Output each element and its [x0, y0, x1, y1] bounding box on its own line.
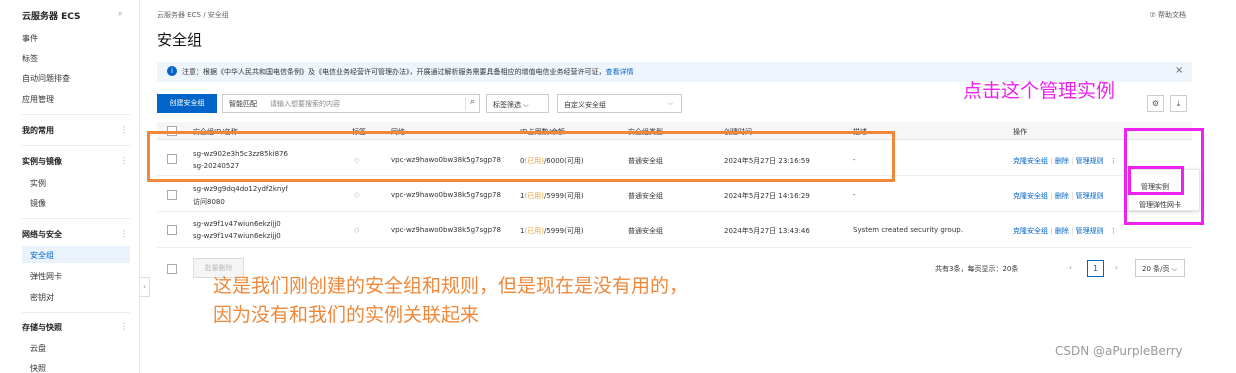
download-icon[interactable]: ⤓ [1170, 95, 1187, 112]
info-icon: i [167, 66, 177, 76]
sidebar: 云服务器 ECS ⌕ 事件 标签 自动问题排查 应用管理 我的常用 ⋮ 实例与镜… [0, 0, 140, 373]
group-more-icon[interactable]: ⋮ [120, 322, 128, 331]
sidebar-item-disk[interactable]: 云盘 [30, 343, 46, 354]
search-placeholder: 请输入想要搜索的内容 [270, 100, 340, 108]
clone-button[interactable]: 克隆安全组 [1013, 157, 1048, 165]
vpc-link[interactable]: vpc-wz9hawo0bw38k5g7sgp78 [391, 191, 501, 199]
sidebar-title: 云服务器 ECS [22, 12, 81, 22]
sidebar-item-keypair[interactable]: 密钥对 [30, 292, 54, 303]
sidebar-group-favorites[interactable]: 我的常用 [22, 125, 54, 136]
page-number[interactable]: 1 [1087, 260, 1104, 277]
chevron-down-icon: ⌵ [667, 99, 673, 107]
prev-page-icon[interactable]: ‹ [1062, 260, 1079, 277]
manage-rules-button[interactable]: 管理规则 [1076, 157, 1104, 165]
description: System created security group. [853, 226, 963, 234]
chevron-down-icon: ⌵ [523, 101, 529, 109]
close-icon[interactable]: × [1175, 65, 1183, 76]
security-group-name: sg-wz9f1v47wiun6ekzijj0 [193, 232, 281, 240]
sidebar-item-security-group[interactable]: 安全组 [30, 250, 54, 261]
col-header-actions: 操作 [1013, 128, 1027, 136]
footer-select-all-checkbox[interactable] [167, 264, 177, 274]
next-page-icon[interactable]: › [1108, 260, 1125, 277]
security-group-id-link[interactable]: sg-wz9g9dq4do12ydf2knyf [193, 185, 288, 193]
row-checkbox[interactable] [167, 190, 177, 200]
sidebar-item-troubleshoot[interactable]: 自动问题排查 [22, 73, 70, 84]
row-actions: 克隆安全组 | 删除 | 管理规则 [1013, 192, 1104, 200]
sidebar-item-events[interactable]: 事件 [22, 33, 38, 44]
search-input[interactable] [222, 94, 480, 113]
breadcrumb[interactable]: 云服务器 ECS / 安全组 [157, 10, 229, 20]
sidebar-group-network[interactable]: 网络与安全 [22, 229, 62, 240]
watermark: CSDN @aPurpleBerry [1055, 344, 1183, 358]
manage-rules-button[interactable]: 管理规则 [1076, 192, 1104, 200]
group-more-icon[interactable]: ⋮ [120, 156, 128, 165]
annotation-note-line2: 因为没有和我们的实例关联起来 [213, 304, 480, 326]
notice-text: 注意：根据《中华人民共和国电信条例》及《电信业务经营许可管理办法》，开展通过解析… [182, 68, 634, 76]
more-icon[interactable]: ⋮ [1110, 227, 1117, 235]
row-actions: 克隆安全组 | 删除 | 管理规则 ⋮ [1013, 157, 1117, 165]
ip-usage: 1(已用)/5999(可用) [520, 227, 584, 235]
more-icon[interactable]: ⋮ [1110, 157, 1117, 165]
sidebar-group-instances[interactable]: 实例与镜像 [22, 156, 62, 167]
sidebar-item-snapshot[interactable]: 快照 [30, 363, 46, 373]
create-security-group-button[interactable]: 创建安全组 [157, 94, 217, 113]
divider [22, 312, 130, 313]
pagination-summary: 共有3条，每页显示：20条 [935, 265, 1019, 273]
divider [22, 114, 130, 115]
annotation-note-line1: 这是我们刚创建的安全组和规则，但是现在是没有用的， [213, 275, 689, 297]
tag-icon[interactable]: ◇ [354, 191, 359, 199]
annotation-highlight-menu-item [1128, 166, 1184, 195]
search-icon[interactable]: ⌕ [465, 97, 475, 110]
divider [22, 145, 130, 146]
clone-button[interactable]: 克隆安全组 [1013, 227, 1048, 235]
help-doc-link[interactable]: ⑦ 帮助文档 [1149, 10, 1186, 20]
vpc-link[interactable]: vpc-wz9hawo0bw38k5g7sgp78 [391, 226, 501, 234]
description: - [853, 191, 856, 199]
sidebar-item-instance[interactable]: 实例 [30, 178, 46, 189]
page-size-select[interactable]: 20 条/页 ⌵ [1135, 259, 1185, 277]
sidebar-group-storage[interactable]: 存储与快照 [22, 322, 62, 333]
delete-button[interactable]: 删除 [1055, 192, 1069, 200]
row-checkbox[interactable] [167, 225, 177, 235]
sidebar-item-eni[interactable]: 弹性网卡 [30, 271, 62, 282]
search-icon[interactable]: ⌕ [118, 9, 122, 19]
sidebar-item-app-management[interactable]: 应用管理 [22, 94, 54, 105]
search-mode-select[interactable]: 智能匹配 [229, 99, 257, 109]
annotation-click-hint: 点击这个管理实例 [963, 80, 1116, 102]
delete-button[interactable]: 删除 [1055, 227, 1069, 235]
clone-button[interactable]: 克隆安全组 [1013, 192, 1048, 200]
security-group-name: 访问8080 [193, 198, 225, 206]
sidebar-item-image[interactable]: 镜像 [30, 198, 46, 209]
delete-button[interactable]: 删除 [1055, 157, 1069, 165]
group-type: 普通安全组 [628, 227, 663, 235]
sidebar-item-tags[interactable]: 标签 [22, 53, 38, 64]
created-time: 2024年5月27日 13:43:46 [724, 227, 810, 235]
annotation-highlight-row [147, 131, 895, 182]
page-title: 安全组 [157, 31, 203, 49]
row-actions: 克隆安全组 | 删除 | 管理规则 ⋮ [1013, 227, 1117, 235]
chevron-down-icon: ⌵ [1171, 265, 1178, 273]
divider [22, 218, 130, 219]
notice-details-link[interactable]: 查看详情 [606, 68, 634, 76]
collapse-sidebar-button[interactable]: ‹ [140, 277, 150, 297]
tag-filter-dropdown[interactable]: 标签筛选 ⌵ [486, 94, 549, 113]
ip-usage: 1(已用)/5999(可用) [520, 192, 584, 200]
created-time: 2024年5月27日 14:16:29 [724, 192, 810, 200]
group-type: 普通安全组 [628, 192, 663, 200]
group-more-icon[interactable]: ⋮ [120, 229, 128, 238]
manage-rules-button[interactable]: 管理规则 [1076, 227, 1104, 235]
custom-security-group-select[interactable]: 自定义安全组 ⌵ [557, 94, 682, 113]
tag-icon[interactable]: ◇ [354, 226, 359, 234]
security-group-id-link[interactable]: sg-wz9f1v47wiun6ekzijj0 [193, 220, 281, 228]
group-more-icon[interactable]: ⋮ [120, 125, 128, 134]
settings-icon[interactable]: ⚙ [1147, 95, 1164, 112]
